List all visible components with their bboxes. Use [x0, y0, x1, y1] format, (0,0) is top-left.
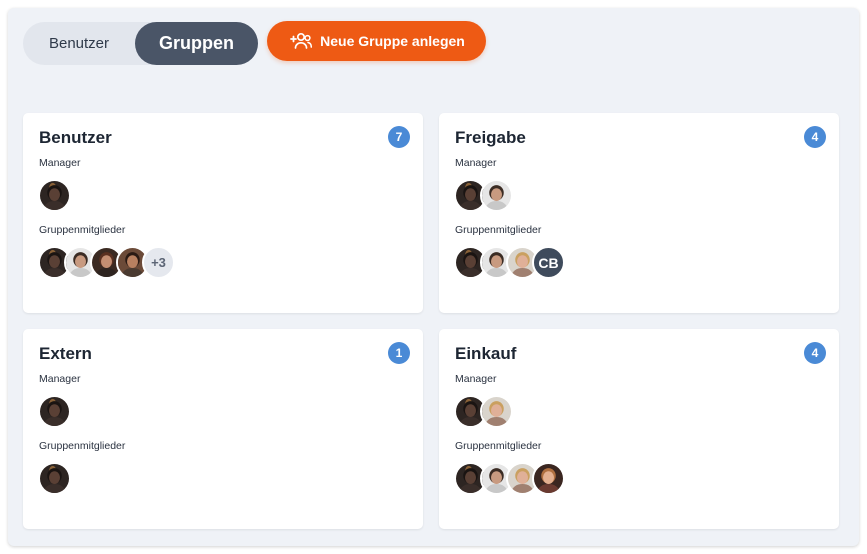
- manager-avatars: [38, 179, 71, 212]
- member-count-badge: 4: [804, 126, 826, 148]
- members-label: Gruppenmitglieder: [39, 224, 126, 236]
- group-title: Benutzer: [39, 128, 112, 147]
- groups-panel: Benutzer Gruppen Neue Gruppe anlegen Ben…: [8, 8, 859, 546]
- avatar[interactable]: [38, 462, 71, 495]
- avatar[interactable]: [480, 395, 513, 428]
- member-avatars: [454, 462, 565, 495]
- avatar[interactable]: [532, 462, 565, 495]
- avatar-photo-icon: [482, 397, 511, 426]
- group-title: Freigabe: [455, 128, 526, 147]
- tab-groups[interactable]: Gruppen: [135, 22, 258, 65]
- member-count-badge: 4: [804, 342, 826, 364]
- group-card[interactable]: Freigabe 4 Manager Gruppenmitglieder CB: [439, 113, 839, 313]
- group-card[interactable]: Einkauf 4 Manager Gruppenmitglieder: [439, 329, 839, 529]
- group-card[interactable]: Benutzer 7 Manager Gruppenmitglieder +3: [23, 113, 423, 313]
- tab-users[interactable]: Benutzer: [23, 22, 135, 65]
- group-title: Extern: [39, 344, 92, 363]
- more-members-badge[interactable]: +3: [142, 246, 175, 279]
- member-avatars: +3: [38, 246, 175, 279]
- avatar-photo-icon: [40, 464, 69, 493]
- member-count-badge: 7: [388, 126, 410, 148]
- manager-label: Manager: [39, 157, 81, 169]
- avatar[interactable]: [38, 179, 71, 212]
- manager-avatars: [38, 395, 71, 428]
- manager-avatars: [454, 179, 513, 212]
- avatar-photo-icon: [40, 397, 69, 426]
- avatar-initials[interactable]: CB: [532, 246, 565, 279]
- members-label: Gruppenmitglieder: [455, 224, 542, 236]
- group-card[interactable]: Extern 1 Manager Gruppenmitglieder: [23, 329, 423, 529]
- view-toggle: Benutzer Gruppen: [23, 22, 258, 65]
- members-label: Gruppenmitglieder: [39, 440, 126, 452]
- members-label: Gruppenmitglieder: [455, 440, 542, 452]
- member-avatars: [38, 462, 71, 495]
- member-avatars: CB: [454, 246, 565, 279]
- manager-label: Manager: [455, 157, 497, 169]
- avatar[interactable]: [480, 179, 513, 212]
- manager-label: Manager: [39, 373, 81, 385]
- group-title: Einkauf: [455, 344, 517, 363]
- avatar[interactable]: [38, 395, 71, 428]
- tab-users-label: Benutzer: [48, 35, 110, 52]
- member-count-badge: 1: [388, 342, 410, 364]
- manager-avatars: [454, 395, 513, 428]
- add-group-icon: [290, 32, 313, 49]
- avatar-photo-icon: [40, 181, 69, 210]
- manager-label: Manager: [455, 373, 497, 385]
- avatar-photo-icon: [482, 181, 511, 210]
- create-group-label: Neue Gruppe anlegen: [320, 33, 465, 49]
- create-group-button[interactable]: Neue Gruppe anlegen: [267, 21, 486, 61]
- tab-groups-label: Gruppen: [159, 33, 234, 53]
- avatar-photo-icon: [534, 464, 563, 493]
